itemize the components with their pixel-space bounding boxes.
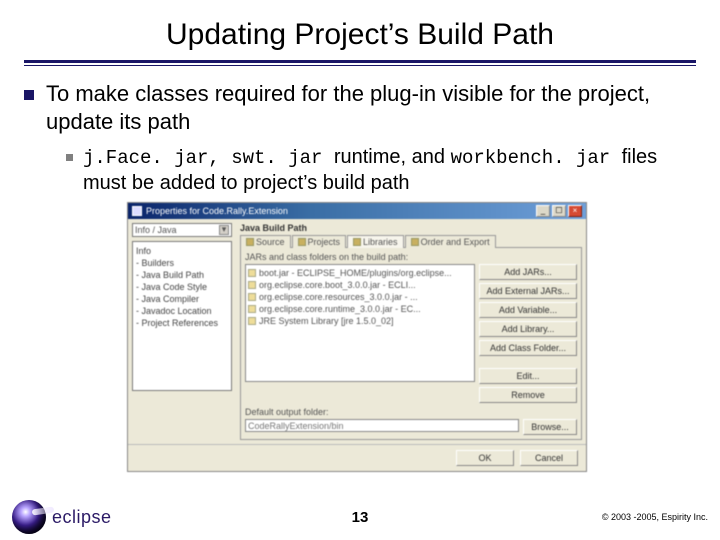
filter-combo[interactable]: Info / Java ▾	[132, 223, 232, 237]
add-external-jars-button[interactable]: Add External JARs...	[479, 283, 577, 299]
add-library-button[interactable]: Add Library...	[479, 321, 577, 337]
edit-button[interactable]: Edit...	[479, 368, 577, 384]
add-variable-button[interactable]: Add Variable...	[479, 302, 577, 318]
code-text-2: workbench. jar	[451, 147, 622, 169]
filter-combo-value: Info / Java	[135, 225, 177, 235]
list-item[interactable]: boot.jar - ECLIPSE_HOME/plugins/org.ecli…	[248, 267, 472, 279]
panel-heading: Java Build Path	[240, 223, 582, 233]
default-output-label: Default output folder:	[245, 407, 577, 417]
tree-item[interactable]: - Builders	[136, 257, 228, 269]
tab-pane-libraries: JARs and class folders on the build path…	[240, 247, 582, 440]
tab-libraries[interactable]: Libraries	[347, 235, 404, 248]
dialog-titlebar: Properties for Code.Rally.Extension _ ☐ …	[128, 203, 586, 219]
minimize-button[interactable]: _	[536, 205, 550, 217]
tab-source[interactable]: Source	[240, 235, 291, 248]
tab-label: Source	[256, 237, 285, 247]
list-item[interactable]: org.eclipse.core.runtime_3.0.0.jar - EC.…	[248, 303, 472, 315]
folder-icon	[246, 238, 254, 246]
browse-button[interactable]: Browse...	[523, 419, 577, 435]
jar-icon	[248, 317, 256, 325]
list-item[interactable]: JRE System Library [jre 1.5.0_02]	[248, 315, 472, 327]
tree-item[interactable]: - Java Compiler	[136, 293, 228, 305]
dialog-icon	[132, 206, 142, 216]
tab-label: Libraries	[363, 237, 398, 247]
cancel-button[interactable]: Cancel	[520, 450, 578, 466]
tree-item[interactable]: - Java Build Path	[136, 269, 228, 281]
chevron-down-icon: ▾	[219, 225, 229, 235]
remove-button[interactable]: Remove	[479, 387, 577, 403]
close-button[interactable]: ×	[568, 205, 582, 217]
properties-dialog: Properties for Code.Rally.Extension _ ☐ …	[127, 202, 587, 472]
maximize-button[interactable]: ☐	[552, 205, 566, 217]
bullet-level-1-text: To make classes required for the plug-in…	[46, 80, 690, 135]
tree-item[interactable]: Info	[136, 245, 228, 257]
jar-icon	[248, 281, 256, 289]
list-item[interactable]: org.eclipse.core.boot_3.0.0.jar - ECLI..…	[248, 279, 472, 291]
title-underline	[24, 60, 696, 63]
list-item-label: org.eclipse.core.boot_3.0.0.jar - ECLI..…	[259, 279, 416, 291]
list-item-label: org.eclipse.core.runtime_3.0.0.jar - EC.…	[259, 303, 421, 315]
folder-icon	[298, 238, 306, 246]
tab-projects[interactable]: Projects	[292, 235, 347, 248]
dialog-title: Properties for Code.Rally.Extension	[146, 206, 288, 216]
tab-order-export[interactable]: Order and Export	[405, 235, 496, 248]
code-text-1: j.Face. jar, swt. jar	[83, 147, 334, 169]
list-item-label: org.eclipse.core.resources_3.0.0.jar - .…	[259, 291, 418, 303]
list-item-label: boot.jar - ECLIPSE_HOME/plugins/org.ecli…	[259, 267, 452, 279]
tree-item[interactable]: - Javadoc Location	[136, 305, 228, 317]
list-item-label: JRE System Library [jre 1.5.0_02]	[259, 315, 394, 327]
ok-button[interactable]: OK	[456, 450, 514, 466]
slide-title: Updating Project’s Build Path	[0, 0, 720, 60]
folder-icon	[411, 238, 419, 246]
add-class-folder-button[interactable]: Add Class Folder...	[479, 340, 577, 356]
plain-text-1: runtime, and	[334, 146, 451, 168]
list-label: JARs and class folders on the build path…	[245, 252, 577, 262]
default-output-input[interactable]: CodeRallyExtension/bin	[245, 419, 519, 432]
add-jars-button[interactable]: Add JARs...	[479, 264, 577, 280]
page-number: 13	[0, 509, 720, 526]
tree-item[interactable]: - Project References	[136, 317, 228, 329]
jar-list[interactable]: boot.jar - ECLIPSE_HOME/plugins/org.ecli…	[245, 264, 475, 382]
bullet-level-2: j.Face. jar, swt. jar runtime, and workb…	[66, 145, 690, 196]
jar-icon	[248, 269, 256, 277]
tab-label: Order and Export	[421, 237, 490, 247]
folder-icon	[353, 238, 361, 246]
bullet-square-icon	[24, 90, 34, 100]
bullet-level-1: To make classes required for the plug-in…	[24, 80, 690, 135]
bullet-subsquare-icon	[66, 154, 73, 161]
list-item[interactable]: org.eclipse.core.resources_3.0.0.jar - .…	[248, 291, 472, 303]
jar-icon	[248, 305, 256, 313]
tree-item[interactable]: - Java Code Style	[136, 281, 228, 293]
category-tree[interactable]: Info - Builders - Java Build Path - Java…	[132, 241, 232, 391]
bullet-level-2-text: j.Face. jar, swt. jar runtime, and workb…	[83, 145, 690, 196]
tab-label: Projects	[308, 237, 341, 247]
jar-icon	[248, 293, 256, 301]
